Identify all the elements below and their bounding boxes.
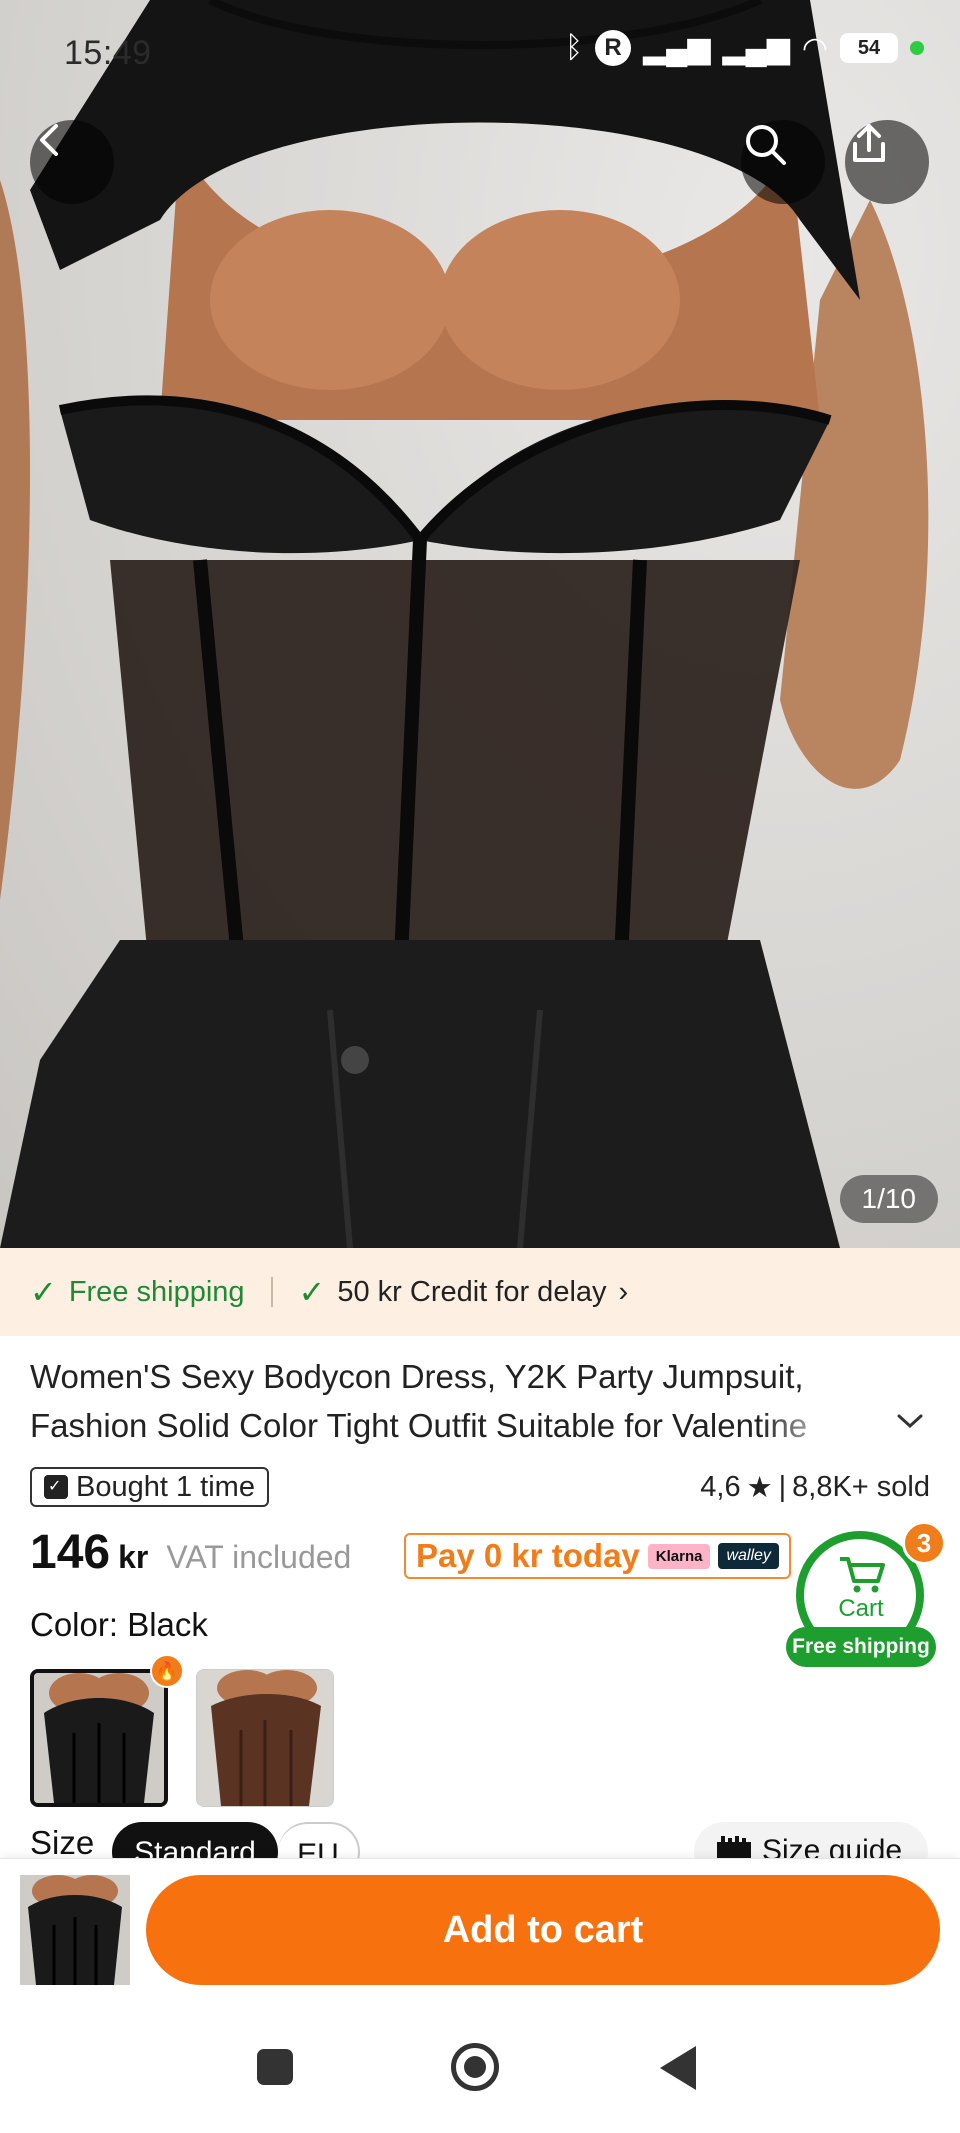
walley-logo: walley (718, 1543, 779, 1569)
signal-icon-2: ▂▄▆ (722, 31, 790, 65)
separator: | (778, 1471, 787, 1503)
status-icons: ᛒ R ▂▄▆ ▂▄▆ ◠ 54 (565, 30, 924, 66)
delay-credit-info[interactable]: ✓ 50 kr Credit for delay › (299, 1273, 629, 1311)
share-icon (853, 124, 885, 162)
expand-title-button[interactable] (895, 1405, 925, 1439)
price-value: 146 (30, 1526, 111, 1579)
size-guide-button[interactable]: Size guide (694, 1822, 928, 1858)
delay-credit-label: 50 kr Credit for delay (337, 1275, 607, 1308)
wifi-icon: ◠ (801, 31, 828, 65)
color-swatch-brown[interactable] (196, 1669, 334, 1807)
rating-summary[interactable]: 4,6 ★ | 8,8K+ sold (700, 1470, 930, 1505)
chevron-down-icon (897, 1414, 923, 1429)
shopping-bag-icon (44, 1475, 68, 1499)
star-icon: ★ (746, 1472, 773, 1504)
bought-count-badge: Bought 1 time (30, 1467, 269, 1507)
r-app-icon: R (595, 30, 631, 66)
size-guide-label: Size guide (762, 1834, 903, 1858)
home-button[interactable] (451, 2043, 499, 2091)
check-icon: ✓ (30, 1274, 57, 1310)
ruler-icon (717, 1836, 751, 1858)
selected-variant-thumbnail[interactable] (20, 1875, 130, 1985)
size-label: Size (30, 1824, 95, 1858)
check-icon: ✓ (298, 1274, 326, 1310)
bluetooth-icon: ᛒ (565, 31, 583, 64)
color-swatch-black[interactable] (30, 1669, 168, 1807)
search-button[interactable] (741, 120, 825, 204)
pay-later-label: Pay 0 kr today (416, 1537, 640, 1574)
free-shipping-info: ✓ Free shipping (30, 1273, 245, 1311)
divider (270, 1277, 273, 1307)
search-icon (746, 125, 786, 165)
swatch-brown-image (197, 1670, 333, 1806)
product-image-gallery[interactable]: 15:49 ᛒ R ▂▄▆ ▂▄▆ ◠ 54 1/10 (0, 0, 960, 1248)
rating-value: 4,6 (700, 1471, 741, 1503)
klarna-logo: Klarna (647, 1543, 711, 1569)
back-triangle-button[interactable] (660, 2046, 696, 2090)
free-shipping-label: Free shipping (68, 1275, 245, 1308)
product-title: Women'S Sexy Bodycon Dress, Y2K Party Ju… (30, 1358, 808, 1444)
price-row: 146 kr VAT included (30, 1525, 351, 1580)
bottom-action-bar: Add to cart (0, 1858, 960, 1998)
back-button[interactable] (30, 120, 114, 204)
floating-cart-button[interactable]: Cart 3 Free shipping (786, 1521, 946, 1671)
thumbnail-image (20, 1875, 130, 1985)
fire-icon: 🔥 (150, 1654, 184, 1688)
signal-icon: ▂▄▆ (643, 31, 711, 65)
status-time: 15:49 (64, 34, 152, 72)
status-bar: 15:49 ᛒ R ▂▄▆ ▂▄▆ ◠ 54 (0, 0, 960, 100)
cart-label: Cart (838, 1595, 884, 1622)
privacy-dot-icon (910, 41, 924, 55)
chevron-left-icon (40, 124, 58, 156)
size-tab-eu[interactable]: EU (278, 1822, 360, 1858)
vat-note: VAT included (166, 1539, 352, 1575)
color-label: Color: Black (30, 1606, 208, 1643)
recent-apps-button[interactable] (257, 2049, 293, 2085)
sold-count: 8,8K+ sold (792, 1471, 930, 1503)
gallery-page-indicator: 1/10 (839, 1175, 938, 1223)
bought-label: Bought 1 time (76, 1470, 255, 1503)
shipping-info-strip[interactable]: ✓ Free shipping ✓ 50 kr Credit for delay… (0, 1248, 960, 1336)
size-row: Size Standard EU Size guide (0, 1820, 960, 1858)
system-navigation-bar (0, 1998, 960, 2133)
share-button[interactable] (845, 120, 929, 204)
cart-free-shipping-badge: Free shipping (786, 1627, 936, 1667)
pay-later-badge[interactable]: Pay 0 kr today Klarna walley (404, 1533, 791, 1579)
swatch-black-image (34, 1673, 164, 1803)
price-currency: kr (118, 1539, 149, 1575)
cart-icon (840, 1557, 885, 1593)
title-fade (760, 1402, 870, 1450)
battery-icon: 54 (840, 33, 898, 63)
chevron-right-icon: › (618, 1275, 629, 1308)
add-to-cart-button[interactable]: Add to cart (146, 1875, 940, 1985)
size-tab-standard[interactable]: Standard (112, 1822, 278, 1858)
cart-count-badge: 3 (902, 1521, 946, 1565)
